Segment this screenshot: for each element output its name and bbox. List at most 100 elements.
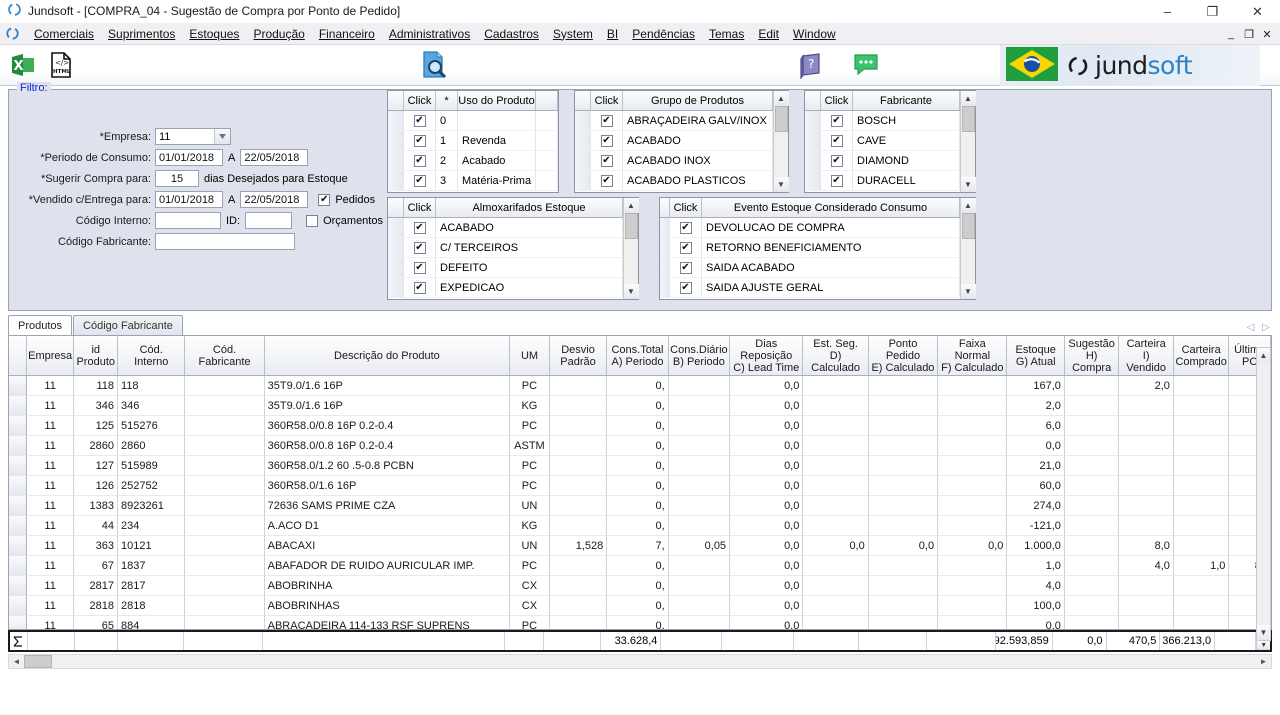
row-selector[interactable] [9,596,27,616]
table-cell[interactable]: 0,0 [868,536,939,556]
table-cell[interactable]: 0, [607,556,669,576]
scroll-up-icon[interactable]: ▲ [623,198,639,213]
table-cell[interactable] [549,476,608,496]
scroll-up-icon[interactable]: ▲ [960,91,976,106]
table-cell[interactable]: 0, [607,516,669,536]
table-cell[interactable]: ABOBRINHAS [264,596,511,616]
row-selector[interactable] [9,556,27,576]
row-checkbox[interactable]: ✔ [413,281,426,294]
table-cell[interactable]: 1383 [74,496,119,516]
row-gutter[interactable] [388,238,404,257]
table-row[interactable]: 11 126 252752 360R58.0/1.6 16P PC 0, 0,0 60,0 [9,476,1271,496]
table-cell[interactable]: 118 [118,376,186,396]
table-cell[interactable] [668,596,731,616]
search-button[interactable] [415,46,453,84]
scrollbar-thumb[interactable] [774,106,788,132]
row-checkbox[interactable]: ✔ [679,261,692,274]
table-cell[interactable] [185,496,265,516]
table-cell[interactable] [938,436,1008,456]
chat-button[interactable] [847,46,885,84]
list-item[interactable]: ✔ 0 [388,111,558,131]
table-cell[interactable] [1064,496,1120,516]
table-cell[interactable] [668,456,731,476]
table-cell[interactable] [185,456,265,476]
row-checkbox[interactable]: ✔ [679,221,692,234]
table-cell[interactable] [803,496,869,516]
table-cell[interactable] [1119,416,1174,436]
table-cell[interactable] [1064,576,1120,596]
table-cell[interactable]: -121,0 [1007,516,1065,536]
table-cell[interactable]: PC [510,556,550,576]
table-cell[interactable] [868,516,939,536]
table-cell[interactable] [549,416,608,436]
table-cell[interactable]: 11 [26,436,75,456]
table-cell[interactable] [549,576,608,596]
list-item[interactable]: ✔ ACABADO INOX [575,151,773,171]
table-cell[interactable] [803,436,869,456]
table-cell[interactable]: 515989 [118,456,186,476]
row-selector[interactable] [9,416,27,436]
table-cell[interactable] [185,436,265,456]
orcamentos-checkbox[interactable] [306,214,319,227]
table-cell[interactable]: 0, [607,616,669,629]
row-checkbox[interactable]: ✔ [830,174,843,187]
table-cell[interactable] [185,476,265,496]
table-cell[interactable]: 0, [607,496,669,516]
grid-scroll-down-icon[interactable]: ▼ [1257,625,1270,640]
list-item[interactable]: ✔ CAVE [805,131,960,151]
row-gutter[interactable] [575,171,591,190]
table-cell[interactable] [1173,436,1230,456]
mdi-restore-button[interactable]: ❐ [1240,28,1258,41]
row-checkbox[interactable]: ✔ [413,261,426,274]
table-cell[interactable] [868,596,939,616]
sugerir-dias-input[interactable] [155,170,199,187]
row-checkbox[interactable]: ✔ [413,241,426,254]
table-cell[interactable]: 274,0 [1007,496,1065,516]
table-cell[interactable]: PC [510,376,550,396]
excel-export-button[interactable]: X [4,46,42,84]
grid-column-header[interactable]: Cons.Diário B) Periodo [669,336,731,375]
table-cell[interactable] [185,376,265,396]
table-cell[interactable] [803,576,869,596]
horizontal-scrollbar[interactable]: ◄ ► [8,654,1272,669]
pedidos-checkbox[interactable]: ✔ [318,193,331,206]
table-cell[interactable]: 0,05 [668,536,731,556]
table-row[interactable]: 11 44 234 A.ACO D1 KG 0, 0,0 -121,0 [9,516,1271,536]
table-cell[interactable]: 0,0 [730,456,804,476]
scroll-down-icon[interactable]: ▼ [623,284,639,299]
table-cell[interactable] [1119,516,1174,536]
table-cell[interactable] [668,396,731,416]
table-cell[interactable]: 7, [607,536,669,556]
codigo-fabricante-input[interactable] [155,233,295,250]
table-cell[interactable]: 0, [607,476,669,496]
table-cell[interactable]: 2,0 [1119,376,1174,396]
grid-column-header[interactable]: Carteira Comprado [1174,336,1230,375]
table-cell[interactable]: 1,0 [1007,556,1065,576]
list-item[interactable]: ✔ SAIDA AJUSTE GERAL [660,278,960,298]
grid-column-header[interactable]: id Produto [74,336,119,375]
table-row[interactable]: 11 125 515276 360R58.0/0.8 16P 0.2-0.4 PC 0, 0… [9,416,1271,436]
row-gutter[interactable] [388,111,404,130]
table-cell[interactable]: 21,0 [1007,456,1065,476]
table-cell[interactable] [185,596,265,616]
row-checkbox[interactable]: ✔ [600,114,613,127]
tab-codigo-fabricante[interactable]: Código Fabricante [73,315,183,335]
table-cell[interactable] [1064,416,1120,436]
hscroll-left-icon[interactable]: ◄ [9,655,24,668]
table-cell[interactable]: 0,0 [730,416,804,436]
table-cell[interactable] [668,496,731,516]
table-cell[interactable]: 1,0 [1173,556,1230,576]
table-cell[interactable]: 0,0 [730,436,804,456]
table-cell[interactable] [1173,476,1230,496]
table-cell[interactable] [549,556,608,576]
row-selector[interactable] [9,396,27,416]
table-cell[interactable]: 515276 [118,416,186,436]
table-cell[interactable]: 4,0 [1007,576,1065,596]
table-row[interactable]: 11 1383 8923261 72636 SAMS PRIME CZA UN 0, 0,0… [9,496,1271,516]
table-cell[interactable]: 11 [26,516,75,536]
grid-scroll-up-icon[interactable]: ▲ [1257,348,1270,363]
row-gutter[interactable] [388,258,404,277]
table-cell[interactable]: 11 [26,496,75,516]
menu-item-comerciais[interactable]: Comerciais [27,25,101,43]
menu-item-bi[interactable]: BI [600,25,625,43]
